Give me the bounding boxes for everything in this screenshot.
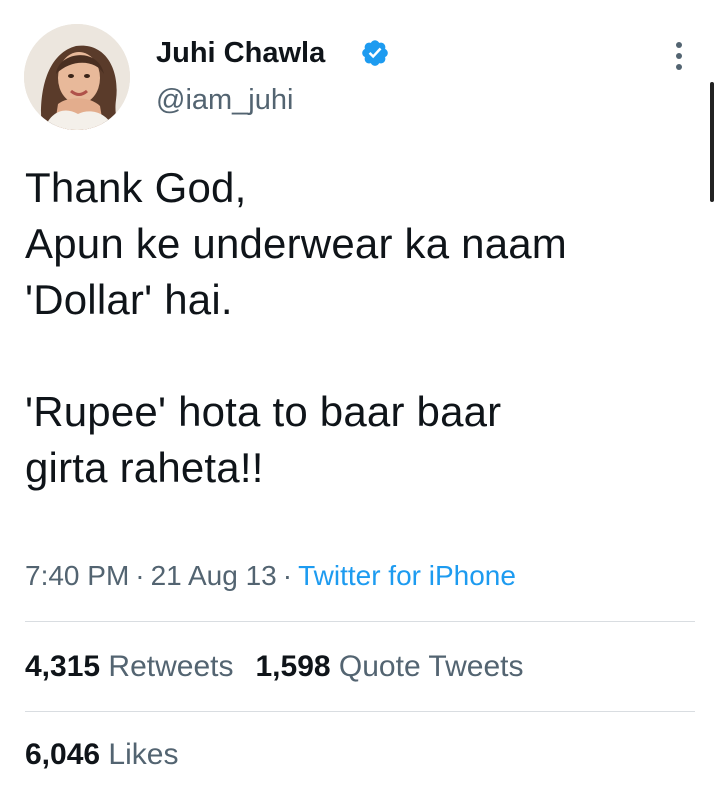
tweet-detail: Juhi Chawla @iam_juhi Thank God, Apun ke… — [0, 0, 716, 800]
tweet-line: 'Rupee' hota to baar baar — [25, 388, 502, 435]
meta-separator: · — [135, 560, 145, 591]
avatar-portrait-image — [24, 24, 130, 130]
tweet-line: 'Dollar' hai. — [25, 276, 233, 323]
tweet-metadata: 7:40 PM · 21 Aug 13 · Twitter for iPhone — [25, 560, 516, 592]
tweet-time[interactable]: 7:40 PM — [25, 560, 129, 591]
meta-separator: · — [282, 560, 293, 591]
quote-tweets-count: 1,598 — [255, 650, 331, 683]
engagement-stats: 4,315 Retweets 1,598 Quote Tweets — [25, 650, 545, 684]
retweets-stat[interactable]: 4,315 Retweets — [25, 650, 233, 683]
author-handle[interactable]: @iam_juhi — [156, 84, 293, 117]
avatar[interactable] — [24, 24, 130, 130]
tweet-source-link[interactable]: Twitter for iPhone — [298, 560, 516, 591]
likes-stat-row: 6,046 Likes — [25, 738, 200, 772]
author-name[interactable]: Juhi Chawla — [156, 37, 325, 70]
retweets-count: 4,315 — [25, 650, 101, 683]
quote-tweets-stat[interactable]: 1,598 Quote Tweets — [255, 650, 523, 683]
quote-tweets-label: Quote Tweets — [338, 650, 524, 683]
divider — [25, 621, 695, 622]
more-options-icon[interactable] — [668, 38, 690, 74]
likes-count: 6,046 — [25, 738, 101, 771]
tweet-line: girta raheta!! — [25, 444, 264, 491]
scrollbar[interactable] — [710, 82, 714, 202]
likes-stat[interactable]: 6,046 Likes — [25, 738, 178, 771]
tweet-line: Apun ke underwear ka naam — [25, 220, 567, 267]
retweets-label: Retweets — [108, 650, 234, 683]
tweet-text: Thank God, Apun ke underwear ka naam 'Do… — [25, 160, 695, 496]
likes-label: Likes — [108, 738, 179, 771]
tweet-date[interactable]: 21 Aug 13 — [151, 560, 277, 591]
divider — [25, 711, 695, 712]
verified-badge-icon — [362, 40, 388, 66]
tweet-line: Thank God, — [25, 164, 247, 211]
